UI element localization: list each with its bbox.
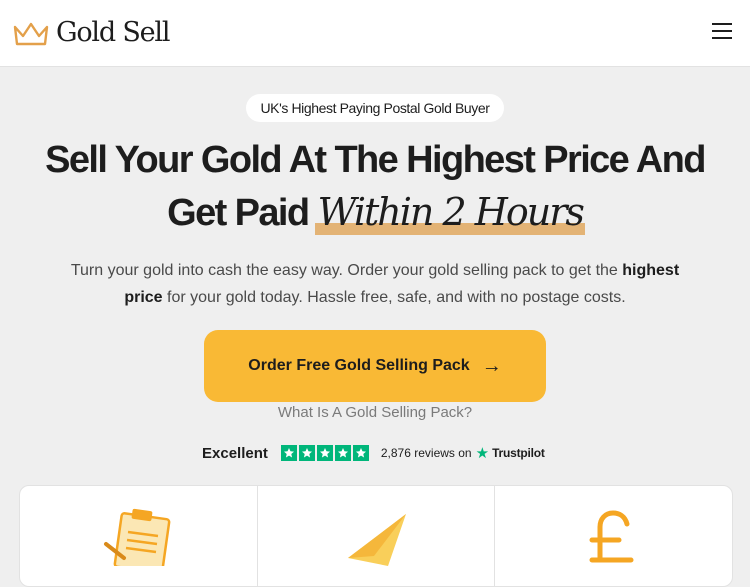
order-pack-button[interactable]: Order Free Gold Selling Pack → [204,330,546,402]
site-header: Gold Sell [0,0,750,67]
hero-headline: Sell Your Gold At The Highest Price And … [0,134,750,239]
crown-icon [13,22,49,46]
logo[interactable]: Gold Sell [12,16,170,50]
paper-plane-icon [347,514,406,566]
hamburger-menu-icon[interactable] [712,23,732,41]
headline-line-2: Get Paid Within 2 Hours [0,186,750,239]
pound-sign-icon [589,510,634,563]
order-pack-label: Order Free Gold Selling Pack [248,357,470,374]
feature-card [20,486,258,586]
review-count-number: 2,876 [380,446,411,460]
hero-subtext: Turn your gold into cash the easy way. O… [50,257,700,311]
reviews-on-text: reviews on [414,446,472,460]
headline-prefix: Get Paid [167,192,310,234]
trustpilot-stars [280,445,371,461]
brand-name: Gold Sell [56,17,170,48]
clipboard-icon [104,508,171,566]
trustpilot-star-icon: ★ [475,445,490,462]
trustpilot-name: Trustpilot [492,446,545,460]
star-icon [334,445,351,461]
headline-line-1: Sell Your Gold At The Highest Price And [45,139,706,181]
trustpilot-widget[interactable]: Excellent 2,876 reviews on ★ Trustpilot [202,442,545,464]
hero-badge: UK's Highest Paying Postal Gold Buyer [246,94,504,122]
subtext-part-1: Turn your gold into cash the easy way. O… [70,262,623,279]
rating-word: Excellent [202,444,268,462]
headline-highlight: Within 2 Hours [315,186,585,239]
what-is-pack-link[interactable]: What Is A Gold Selling Pack? [0,403,750,423]
review-count: 2,876 reviews on [381,446,472,460]
feature-card [258,486,496,586]
feature-card [495,486,732,586]
star-icon [352,445,369,461]
star-icon [280,445,297,461]
star-icon [316,445,333,461]
subtext-part-2: for your gold today. Hassle free, safe, … [162,289,626,306]
star-icon [298,445,315,461]
arrow-right-icon: → [481,354,502,377]
headline-highlight-text: Within 2 Hours [317,190,584,234]
feature-cards [19,485,733,587]
